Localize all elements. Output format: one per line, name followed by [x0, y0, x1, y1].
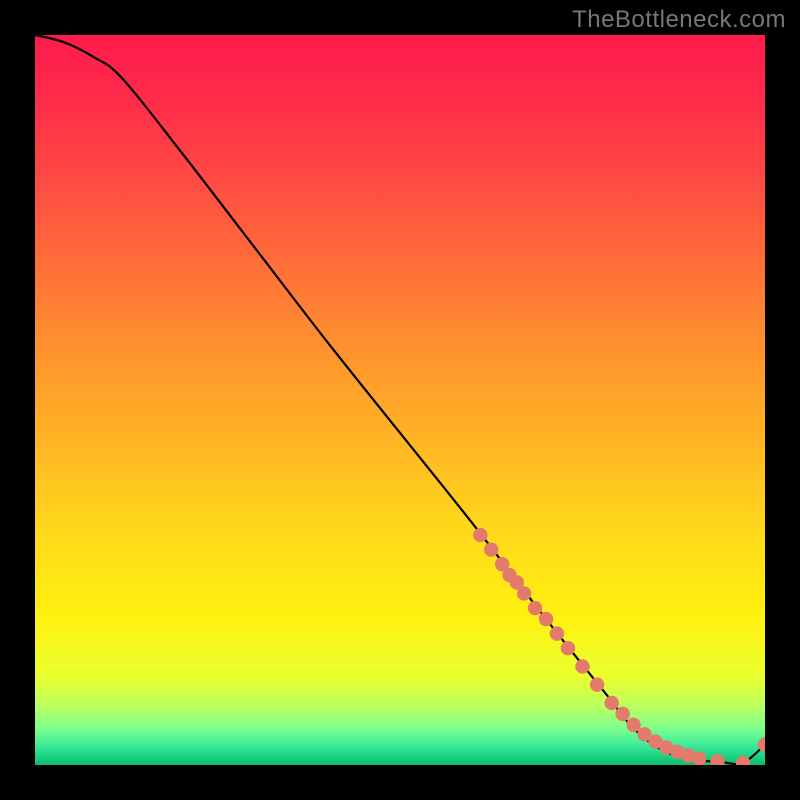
attribution-label: TheBottleneck.com: [572, 6, 786, 34]
gradient-plot-area: [35, 35, 765, 765]
chart-container: TheBottleneck.com: [0, 0, 800, 800]
